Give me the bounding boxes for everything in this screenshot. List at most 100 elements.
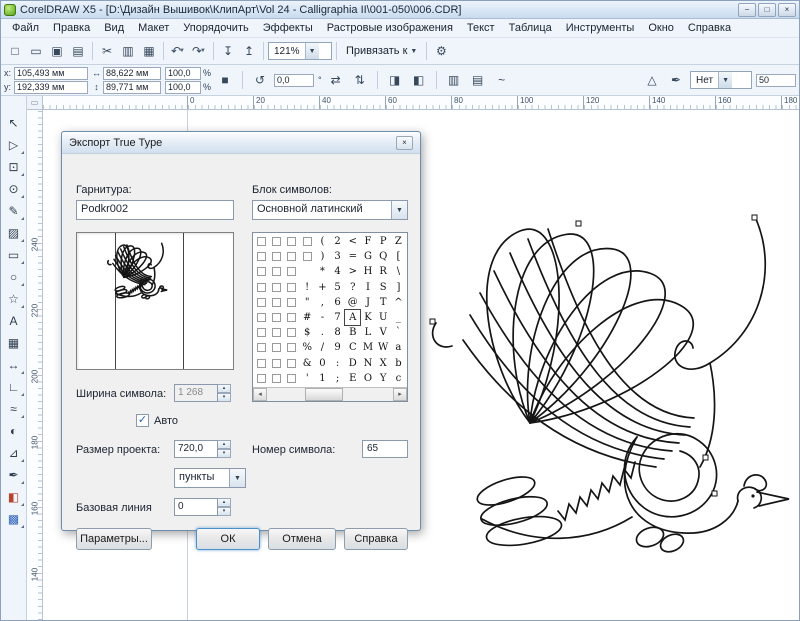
- spin-down-icon[interactable]: ▾: [218, 449, 231, 458]
- grid-cell-r0c8[interactable]: P: [376, 234, 391, 249]
- menu-item-9[interactable]: Инструменты: [559, 20, 642, 36]
- chevron-down-icon[interactable]: ▼: [179, 48, 185, 54]
- units-combo[interactable]: пункты ▼: [174, 468, 246, 488]
- grid-cell-r5c2[interactable]: [284, 310, 299, 325]
- table-tool[interactable]: ▦: [3, 332, 25, 353]
- grid-cell-r7c2[interactable]: [284, 340, 299, 355]
- copy-icon[interactable]: ▥: [118, 41, 138, 61]
- print-icon[interactable]: ▤: [68, 41, 88, 61]
- menu-item-1[interactable]: Правка: [46, 20, 97, 36]
- smart-fill-tool[interactable]: ▨: [3, 222, 25, 243]
- font-name-input[interactable]: Podkr002: [76, 200, 234, 220]
- grid-cell-r9c1[interactable]: [269, 371, 284, 386]
- grid-cell-r8c5[interactable]: :: [330, 356, 345, 371]
- grid-cell-r6c4[interactable]: .: [315, 325, 330, 340]
- grid-cell-r7c0[interactable]: [254, 340, 269, 355]
- grid-cell-r2c0[interactable]: [254, 264, 269, 279]
- grid-cell-r1c6[interactable]: =: [345, 249, 360, 264]
- menu-item-8[interactable]: Таблица: [502, 20, 559, 36]
- ellipse-tool[interactable]: ○: [3, 266, 25, 287]
- grid-cell-r8c7[interactable]: N: [360, 356, 375, 371]
- menu-item-6[interactable]: Растровые изображения: [320, 20, 460, 36]
- menu-item-4[interactable]: Упорядочить: [176, 20, 255, 36]
- blend-tool[interactable]: ≈: [3, 398, 25, 419]
- close-button[interactable]: ×: [778, 3, 796, 17]
- grid-cell-r8c0[interactable]: [254, 356, 269, 371]
- snap-to-dropdown[interactable]: Привязать к ▼: [341, 41, 422, 61]
- fill-tool[interactable]: ◧: [3, 486, 25, 507]
- grid-cell-r3c1[interactable]: [269, 280, 284, 295]
- x-position-field[interactable]: 105,493 мм: [14, 67, 88, 80]
- grid-horizontal-scrollbar[interactable]: ◂ ▸: [253, 387, 407, 401]
- open-icon[interactable]: ▭: [26, 41, 46, 61]
- object-width-field[interactable]: 88,622 мм: [103, 67, 161, 80]
- mirror-vertical-icon[interactable]: ⇅: [350, 70, 370, 90]
- dialog-close-icon[interactable]: ×: [396, 136, 413, 150]
- grid-cell-r9c9[interactable]: c: [391, 371, 406, 386]
- grid-cell-r0c9[interactable]: Z: [391, 234, 406, 249]
- scale-y-field[interactable]: 100,0: [165, 81, 201, 94]
- grid-cell-r9c7[interactable]: O: [360, 371, 375, 386]
- grid-cell-r0c4[interactable]: (: [315, 234, 330, 249]
- zoom-tool[interactable]: ⊙: [3, 178, 25, 199]
- grid-cell-r8c6[interactable]: D: [345, 356, 360, 371]
- grid-cell-r1c4[interactable]: ): [315, 249, 330, 264]
- grid-cell-r8c9[interactable]: b: [391, 356, 406, 371]
- convert-to-curves-icon[interactable]: ~: [492, 70, 512, 90]
- grid-cell-r1c7[interactable]: G: [360, 249, 375, 264]
- grid-cell-r5c7[interactable]: K: [360, 310, 375, 325]
- grid-cell-r1c3[interactable]: [300, 249, 315, 264]
- dimension-tool[interactable]: ↔: [3, 354, 25, 375]
- vertical-ruler[interactable]: 240220200180160140: [27, 110, 43, 620]
- grid-cell-r3c0[interactable]: [254, 280, 269, 295]
- ok-button[interactable]: ОК: [196, 528, 260, 550]
- spin-up-icon[interactable]: ▴: [218, 440, 231, 449]
- grid-cell-r2c1[interactable]: [269, 264, 284, 279]
- grid-cell-r0c2[interactable]: [284, 234, 299, 249]
- scroll-left-icon[interactable]: ◂: [253, 388, 267, 401]
- grid-cell-r8c2[interactable]: [284, 356, 299, 371]
- menu-item-3[interactable]: Макет: [131, 20, 176, 36]
- chevron-down-icon[interactable]: ▼: [305, 43, 319, 59]
- grid-cell-r3c3[interactable]: !: [300, 280, 315, 295]
- symbol-block-combo[interactable]: Основной латинский ▼: [252, 200, 408, 220]
- grid-cell-r7c5[interactable]: 9: [330, 340, 345, 355]
- baseline-value[interactable]: 0: [174, 498, 218, 516]
- rectangle-tool[interactable]: ▭: [3, 244, 25, 265]
- outline-pen-tool[interactable]: ✒: [3, 464, 25, 485]
- ruler-origin-icon[interactable]: ▭: [27, 96, 43, 110]
- project-size-spinner[interactable]: 720,0 ▴▾: [174, 440, 231, 458]
- grid-cell-r2c2[interactable]: [284, 264, 299, 279]
- crop-tool[interactable]: ⊡: [3, 156, 25, 177]
- grid-cell-r4c4[interactable]: ,: [315, 295, 330, 310]
- grid-cell-r6c5[interactable]: 8: [330, 325, 345, 340]
- group-icon[interactable]: ▥: [444, 70, 464, 90]
- menu-item-5[interactable]: Эффекты: [256, 20, 320, 36]
- save-icon[interactable]: ▣: [47, 41, 67, 61]
- maximize-button[interactable]: □: [758, 3, 776, 17]
- grid-cell-r3c4[interactable]: +: [315, 280, 330, 295]
- grid-cell-r9c4[interactable]: 1: [315, 371, 330, 386]
- drawing-canvas[interactable]: Экспорт True Type × Гарнитура: Podkr002: [43, 110, 799, 620]
- outline-width-icon[interactable]: △: [642, 70, 662, 90]
- grid-cell-r5c9[interactable]: _: [391, 310, 406, 325]
- grid-cell-r5c4[interactable]: -: [315, 310, 330, 325]
- menu-item-11[interactable]: Справка: [681, 20, 738, 36]
- menu-item-10[interactable]: Окно: [641, 20, 681, 36]
- grid-cell-r4c0[interactable]: [254, 295, 269, 310]
- grid-cell-r8c3[interactable]: &: [300, 356, 315, 371]
- grid-cell-r1c2[interactable]: [284, 249, 299, 264]
- grid-cell-r6c8[interactable]: V: [376, 325, 391, 340]
- scale-x-field[interactable]: 100,0: [165, 67, 201, 80]
- mirror-horizontal-icon[interactable]: ⇄: [326, 70, 346, 90]
- baseline-spinner[interactable]: 0 ▴▾: [174, 498, 231, 516]
- cut-icon[interactable]: ✂: [97, 41, 117, 61]
- menu-item-7[interactable]: Текст: [460, 20, 502, 36]
- grid-cell-r0c6[interactable]: <: [345, 234, 360, 249]
- grid-cell-r9c8[interactable]: Y: [376, 371, 391, 386]
- scrollbar-thumb[interactable]: [305, 388, 343, 401]
- grid-cell-r1c1[interactable]: [269, 249, 284, 264]
- grid-cell-r5c8[interactable]: U: [376, 310, 391, 325]
- chevron-down-icon[interactable]: ▼: [200, 48, 206, 54]
- grid-cell-r5c0[interactable]: [254, 310, 269, 325]
